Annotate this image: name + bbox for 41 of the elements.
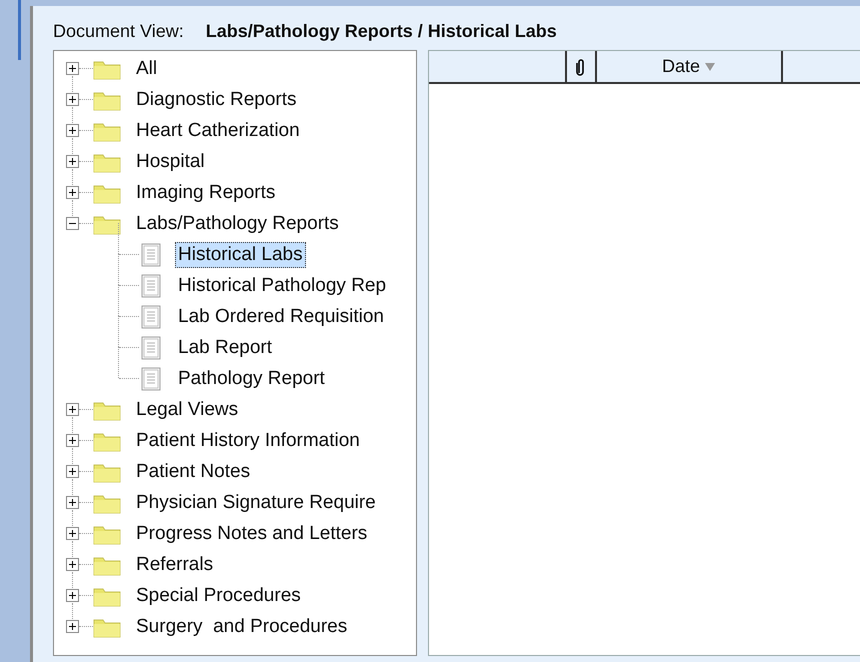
expand-toggle[interactable] (66, 589, 79, 602)
tree-item[interactable]: Historical Pathology Rep (175, 272, 390, 298)
expand-toggle[interactable] (66, 496, 79, 509)
document-icon (139, 336, 163, 360)
expand-toggle[interactable] (66, 434, 79, 447)
tree-item[interactable]: Referrals (133, 552, 216, 578)
tree-item[interactable]: Historical Labs (175, 242, 306, 268)
tree-item[interactable]: Pathology Report (175, 366, 328, 392)
expand-toggle[interactable] (66, 465, 79, 478)
expand-toggle[interactable] (66, 558, 79, 571)
tree-item[interactable]: Lab Ordered Requisition (175, 304, 387, 330)
tree-item[interactable]: Patient Notes (133, 458, 254, 484)
expand-toggle[interactable] (66, 93, 79, 106)
tree-item[interactable]: Heart Catherization (133, 118, 303, 144)
document-icon (139, 304, 163, 328)
tree-item[interactable]: Progress Notes and Letters (133, 520, 370, 546)
tree-item[interactable]: Diagnostic Reports (133, 86, 300, 112)
document-icon (139, 242, 163, 266)
expand-toggle[interactable] (66, 403, 79, 416)
tree-item[interactable]: Imaging Reports (133, 180, 278, 206)
document-path: Labs/Pathology Reports / Historical Labs (206, 20, 557, 43)
expand-toggle[interactable] (66, 527, 79, 540)
expand-toggle[interactable] (66, 124, 79, 137)
tree-item[interactable]: Lab Report (175, 334, 276, 360)
paperclip-icon (576, 58, 586, 76)
expand-toggle[interactable] (66, 62, 79, 75)
tree-item[interactable]: Labs/Pathology Reports (133, 210, 342, 236)
tree-item[interactable]: Hospital (133, 148, 208, 174)
collapse-toggle[interactable] (66, 217, 79, 230)
document-icon (139, 274, 163, 298)
tree-item[interactable]: Legal Views (133, 396, 242, 422)
header-label: Document View: (53, 20, 184, 43)
tree-item[interactable]: Patient History Information (133, 428, 363, 454)
tree-item[interactable]: Physician Signature Require (133, 490, 379, 516)
expand-toggle[interactable] (66, 620, 79, 633)
document-icon (139, 366, 163, 390)
tree-item[interactable]: All (133, 56, 160, 82)
expand-toggle[interactable] (66, 186, 79, 199)
tree-item[interactable]: Special Procedures (133, 582, 304, 608)
tree-item[interactable]: Surgery and Procedures (133, 614, 350, 640)
expand-toggle[interactable] (66, 155, 79, 168)
